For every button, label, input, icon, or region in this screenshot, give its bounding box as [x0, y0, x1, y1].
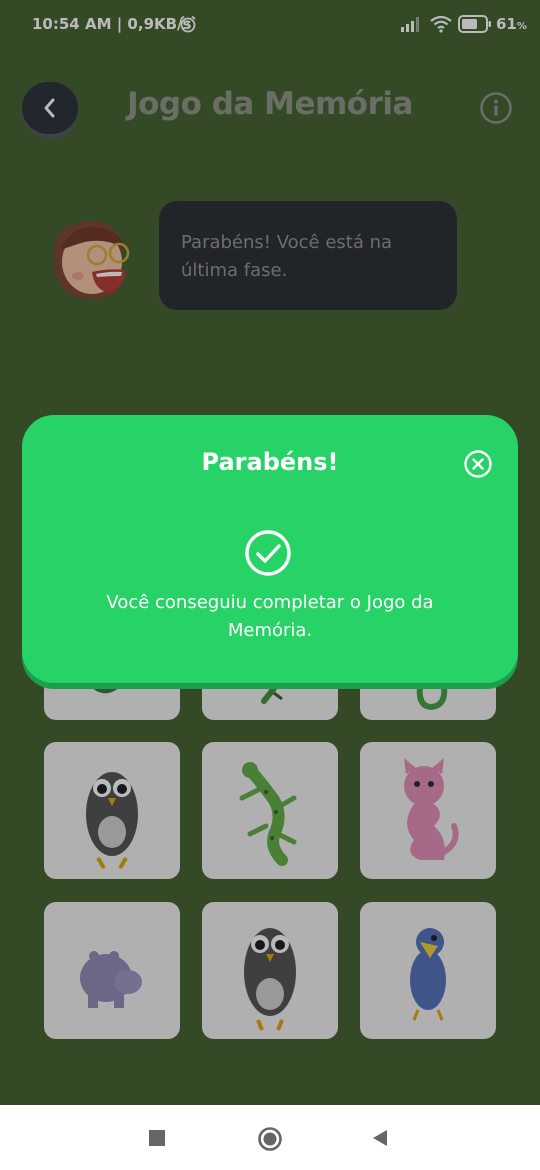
- check-circle-icon: [245, 530, 291, 576]
- home-circle-icon[interactable]: [257, 1126, 283, 1152]
- success-modal: Parabéns! Você conseguiu completar o Jog…: [22, 415, 518, 683]
- navigation-bar: [0, 1105, 540, 1170]
- modal-title: Parabéns!: [201, 448, 339, 476]
- app-screen: 10:54 AM | 0,9KB/s 61% Jogo da Memória P…: [0, 0, 540, 1105]
- back-triangle-icon[interactable]: [371, 1129, 389, 1147]
- recents-square-icon[interactable]: [149, 1130, 165, 1146]
- modal-message: Você conseguiu completar o Jogo da Memór…: [106, 592, 434, 641]
- close-icon[interactable]: [463, 449, 493, 479]
